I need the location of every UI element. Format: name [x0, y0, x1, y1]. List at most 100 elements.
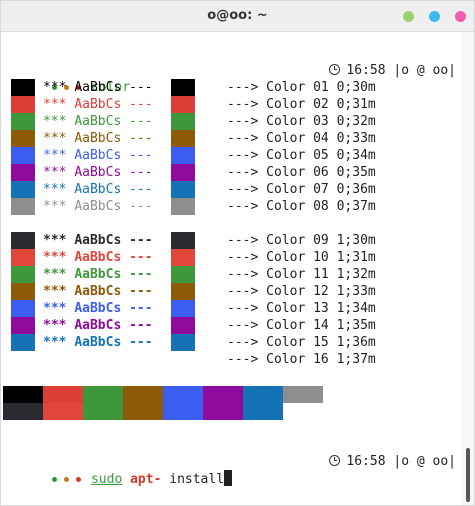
- prompt-dot-icon: [63, 477, 69, 482]
- color-sample-text: *** AaBbCs ---: [43, 164, 153, 181]
- sample-stars: ***: [43, 352, 67, 367]
- color-label: Color 12: [266, 284, 329, 299]
- color-label: Color 02: [266, 97, 329, 112]
- color-code: 1;31m: [336, 250, 376, 265]
- arrow-text: --->: [227, 335, 259, 350]
- sample-dashes: ---: [129, 131, 153, 146]
- color-label: Color 06: [266, 165, 329, 180]
- color-code: 0;36m: [336, 182, 376, 197]
- color-swatch: [11, 181, 35, 198]
- color-swatch: [171, 147, 195, 164]
- sample-stars: ***: [43, 250, 67, 265]
- sample-stars: ***: [43, 182, 67, 197]
- sample-dashes: ---: [129, 352, 153, 367]
- sample-dashes: ---: [129, 318, 153, 333]
- title-bar: o@oo: ~: [1, 1, 474, 32]
- color-swatch: [11, 317, 35, 334]
- maximize-button[interactable]: [429, 11, 440, 22]
- color-swatch: [171, 300, 195, 317]
- color-sample-text: *** AaBbCs ---: [43, 96, 153, 113]
- sample-stars: ***: [43, 284, 67, 299]
- arrow-text: --->: [227, 165, 259, 180]
- color-row: *** AaBbCs --- ---> Color 15 1;36m: [1, 334, 462, 351]
- color-swatch: [171, 266, 195, 283]
- color-code: 0;34m: [336, 148, 376, 163]
- palette-block: [3, 386, 43, 403]
- palette-block: [243, 403, 283, 420]
- sample-letters: AaBbCs: [74, 165, 122, 180]
- sample-stars: ***: [43, 97, 67, 112]
- color-row: *** AaBbCs --- ---> Color 04 0;33m: [1, 130, 462, 147]
- clock-icon: [329, 455, 341, 466]
- prompt-time: 16:58: [346, 63, 386, 78]
- arrow-text: --->: [227, 148, 259, 163]
- color-swatch: [171, 249, 195, 266]
- color-code: 0;31m: [336, 97, 376, 112]
- prompt-dot-icon: [51, 477, 57, 482]
- color-label: Color 09: [266, 233, 329, 248]
- sample-stars: ***: [43, 80, 67, 95]
- sample-dashes: ---: [129, 250, 153, 265]
- color-row: *** AaBbCs --- ---> Color 07 0;36m: [1, 181, 462, 198]
- sample-dashes: ---: [129, 182, 153, 197]
- color-sample-text: *** AaBbCs ---: [43, 232, 153, 249]
- color-row: *** AaBbCs --- ---> Color 06 0;35m: [1, 164, 462, 181]
- clock-icon: [329, 64, 341, 75]
- color-label: Color 13: [266, 301, 329, 316]
- minimize-button[interactable]: [403, 11, 414, 22]
- sample-stars: ***: [43, 131, 67, 146]
- color-swatch: [171, 283, 195, 300]
- arrow-text: --->: [227, 318, 259, 333]
- palette-block: [283, 403, 323, 420]
- command-apt: apt-: [130, 472, 162, 487]
- color-label: Color 05: [266, 148, 329, 163]
- color-description: ---> Color 14 1;35m: [227, 317, 376, 334]
- color-label: Color 16: [266, 352, 329, 367]
- color-row: *** AaBbCs --- ---> Color 16 1;37m: [1, 351, 462, 368]
- sample-dashes: ---: [129, 335, 153, 350]
- color-swatch: [171, 198, 195, 215]
- sample-letters: AaBbCs: [74, 233, 122, 248]
- prompt-dot-icon: [75, 477, 81, 482]
- color-sample-text: *** AaBbCs ---: [43, 249, 153, 266]
- sample-stars: ***: [43, 233, 67, 248]
- color-label: Color 14: [266, 318, 329, 333]
- color-sample-text: *** AaBbCs ---: [43, 79, 153, 96]
- color-sample-text: *** AaBbCs ---: [43, 351, 153, 368]
- color-swatch: [171, 79, 195, 96]
- sample-dashes: ---: [129, 165, 153, 180]
- color-description: ---> Color 02 0;31m: [227, 96, 376, 113]
- arrow-text: --->: [227, 284, 259, 299]
- scrollbar-thumb[interactable]: [466, 448, 470, 502]
- command-sudo: sudo: [90, 472, 123, 487]
- color-sample-text: *** AaBbCs ---: [43, 317, 153, 334]
- color-code: 0;35m: [336, 165, 376, 180]
- color-row: *** AaBbCs --- ---> Color 01 0;30m: [1, 79, 462, 96]
- close-button[interactable]: [455, 11, 466, 22]
- color-swatch: [11, 351, 35, 368]
- color-description: ---> Color 06 0;35m: [227, 164, 376, 181]
- sample-dashes: ---: [129, 233, 153, 248]
- color-code: 1;33m: [336, 284, 376, 299]
- scrollbar[interactable]: [462, 32, 474, 505]
- color-swatch: [11, 164, 35, 181]
- color-swatch: [11, 96, 35, 113]
- sample-letters: AaBbCs: [74, 335, 122, 350]
- color-swatch: [11, 300, 35, 317]
- color-swatch: [11, 198, 35, 215]
- palette-block: [203, 403, 243, 420]
- color-swatch: [11, 334, 35, 351]
- color-swatch: [171, 181, 195, 198]
- color-swatch: [171, 164, 195, 181]
- sample-stars: ***: [43, 267, 67, 282]
- terminal-window: o@oo: ~ color 16:58 |o @ oo| *** AaBbCs …: [0, 0, 475, 506]
- palette-block: [123, 403, 163, 420]
- sample-letters: AaBbCs: [74, 199, 122, 214]
- sample-letters: AaBbCs: [74, 301, 122, 316]
- color-description: ---> Color 13 1;34m: [227, 300, 376, 317]
- color-code: 0;30m: [336, 80, 376, 95]
- arrow-text: --->: [227, 352, 259, 367]
- color-swatch: [11, 113, 35, 130]
- color-label: Color 11: [266, 267, 329, 282]
- terminal-output[interactable]: color 16:58 |o @ oo| *** AaBbCs --- ---> …: [1, 32, 462, 505]
